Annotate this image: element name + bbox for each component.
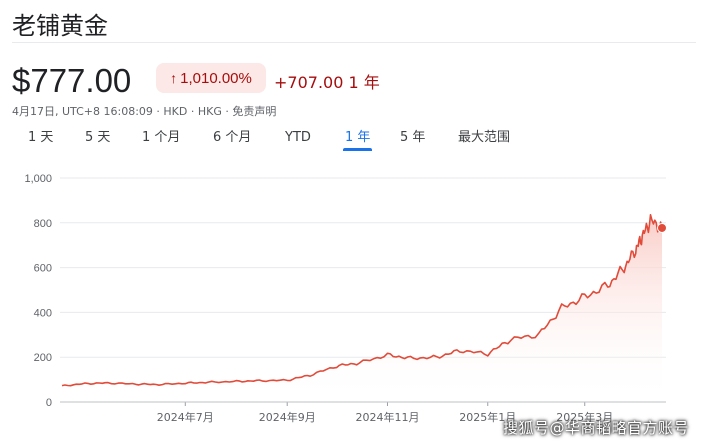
arrow-up-icon: ↑: [170, 70, 178, 86]
percent-change-value: 1,010.00%: [180, 69, 252, 87]
stock-name: 老铺黄金: [12, 12, 108, 40]
absolute-change: +707.00 1 年: [274, 69, 380, 93]
tab-5y[interactable]: 5 年: [400, 128, 425, 152]
tab-max[interactable]: 最大范围: [458, 128, 510, 152]
tab-1y[interactable]: 1 年: [342, 128, 373, 152]
absolute-change-value: +707.00: [274, 73, 344, 92]
quote-meta: 4月17日, UTC+8 16:08:09 · HKD · HKG · 免责声明: [12, 105, 277, 118]
title-divider: [12, 42, 696, 43]
change-period: 1 年: [348, 73, 380, 92]
tab-6m[interactable]: 6 个月: [213, 128, 251, 152]
percent-change-badge: ↑ 1,010.00%: [156, 63, 266, 93]
x-tick-label: 2024年11月: [355, 410, 419, 424]
range-tabs: 1 天 5 天 1 个月 6 个月 YTD 1 年 5 年 最大范围: [0, 128, 702, 154]
tab-ytd[interactable]: YTD: [285, 128, 311, 152]
y-tick-label: 800: [34, 218, 52, 230]
tab-5d[interactable]: 5 天: [85, 128, 110, 152]
tab-1d[interactable]: 1 天: [28, 128, 53, 152]
y-tick-label: 600: [34, 263, 52, 275]
y-tick-label: 1,000: [24, 173, 52, 185]
tab-1m[interactable]: 1 个月: [142, 128, 180, 152]
x-tick-label: 2024年7月: [157, 410, 214, 424]
watermark: 搜狐号@华商韬略官方账号: [503, 419, 690, 437]
last-price-point: [657, 222, 667, 233]
y-tick-label: 200: [34, 352, 52, 364]
x-tick-label: 2024年9月: [259, 410, 316, 424]
price-chart[interactable]: 0 200 400 600 800 1,000 2024年7月 2024年9月 2024年11月…: [0, 160, 702, 443]
current-price: $777.00: [12, 62, 132, 99]
y-tick-label: 400: [34, 307, 52, 319]
price-area: [62, 214, 662, 402]
y-tick-label: 0: [46, 397, 52, 409]
